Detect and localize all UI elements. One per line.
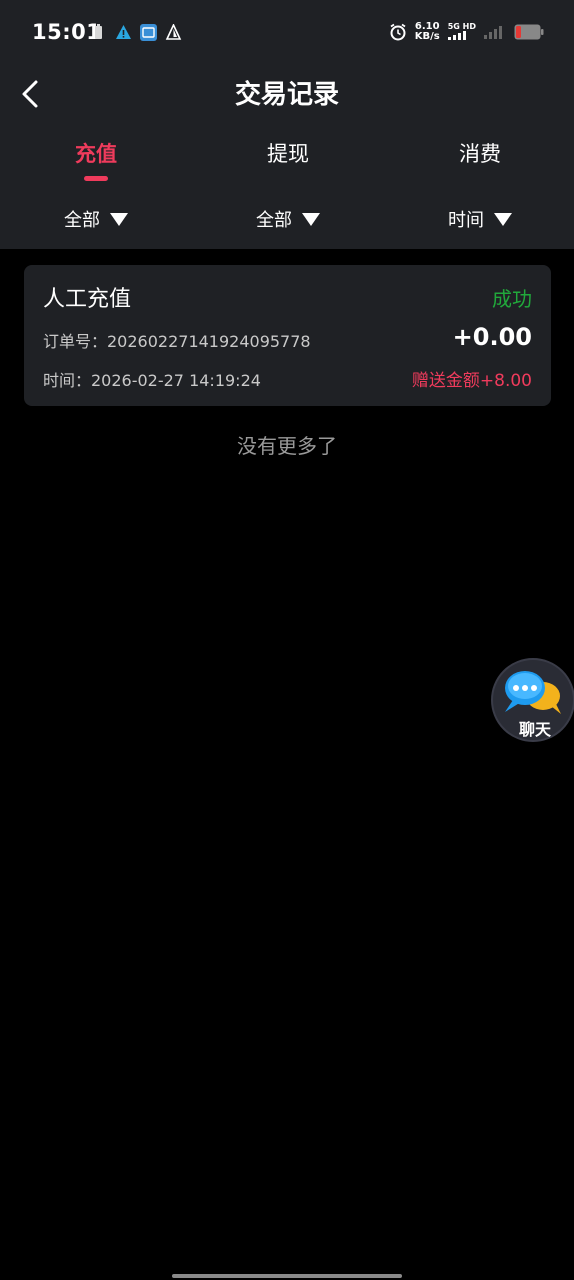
triangle-down-icon (494, 212, 512, 226)
record-amount: +0.00 (452, 323, 532, 351)
net-speed: 6.10 KB/s (415, 22, 440, 42)
triangle-down-icon (110, 212, 128, 226)
filter-bar: 全部 全部 时间 (0, 206, 574, 240)
tab-bar: 充值 提现 消费 (0, 138, 574, 188)
status-bar: 15:01 6.10 KB/s 5G HD (0, 0, 574, 64)
chat-bubbles-icon (505, 671, 561, 714)
tab-consumption[interactable]: 消费 (420, 138, 540, 168)
signal-weak-icon (484, 26, 502, 39)
record-status: 成功 (492, 287, 532, 311)
triangle-down-icon (302, 212, 320, 226)
network-type: 5G HD (447, 22, 476, 42)
record-card[interactable]: 人工充值 成功 订单号：20260227141924095778 +0.00 时… (24, 265, 551, 406)
list-end-text: 没有更多了 (237, 434, 337, 458)
alert-triangle-icon (165, 24, 182, 40)
filter-time-dropdown[interactable]: 时间 (448, 206, 512, 232)
chat-button-label: 聊天 (518, 720, 551, 739)
status-right-icons: 6.10 KB/s 5G HD (389, 22, 544, 42)
network-type-label: 5G HD (447, 22, 476, 31)
header: 交易记录 充值 提现 消费 全部 全部 时间 (0, 64, 574, 249)
page-title: 交易记录 (234, 80, 339, 110)
record-time: 时间：2026-02-27 14:19:24 (43, 371, 261, 390)
battery-saver-icon (95, 24, 102, 39)
tab-withdraw-label: 提现 (267, 142, 309, 166)
filter-time-label: 时间 (448, 210, 484, 231)
record-order-number: 订单号：20260227141924095778 (43, 332, 311, 351)
filter-status-dropdown[interactable]: 全部 (256, 206, 320, 232)
app-notification-icon (140, 24, 157, 41)
alarm-icon (390, 23, 406, 41)
warning-icon (116, 25, 131, 39)
filter-status-label: 全部 (256, 210, 292, 231)
tab-consumption-label: 消费 (459, 142, 501, 166)
active-tab-indicator (84, 176, 108, 181)
tab-recharge[interactable]: 充值 (36, 138, 156, 181)
net-speed-unit: KB/s (414, 31, 440, 42)
home-indicator[interactable] (172, 1274, 402, 1278)
filter-type-dropdown[interactable]: 全部 (64, 206, 128, 232)
filter-type-label: 全部 (64, 210, 100, 231)
tab-recharge-label: 充值 (75, 142, 117, 166)
status-left-icons (90, 24, 182, 41)
battery-icon (514, 24, 544, 40)
tab-withdraw[interactable]: 提现 (228, 138, 348, 168)
chat-button[interactable]: 聊天 (491, 658, 574, 742)
record-bonus: 赠送金额+8.00 (411, 371, 532, 391)
record-title: 人工充值 (43, 287, 132, 312)
signal-icon (447, 31, 466, 40)
